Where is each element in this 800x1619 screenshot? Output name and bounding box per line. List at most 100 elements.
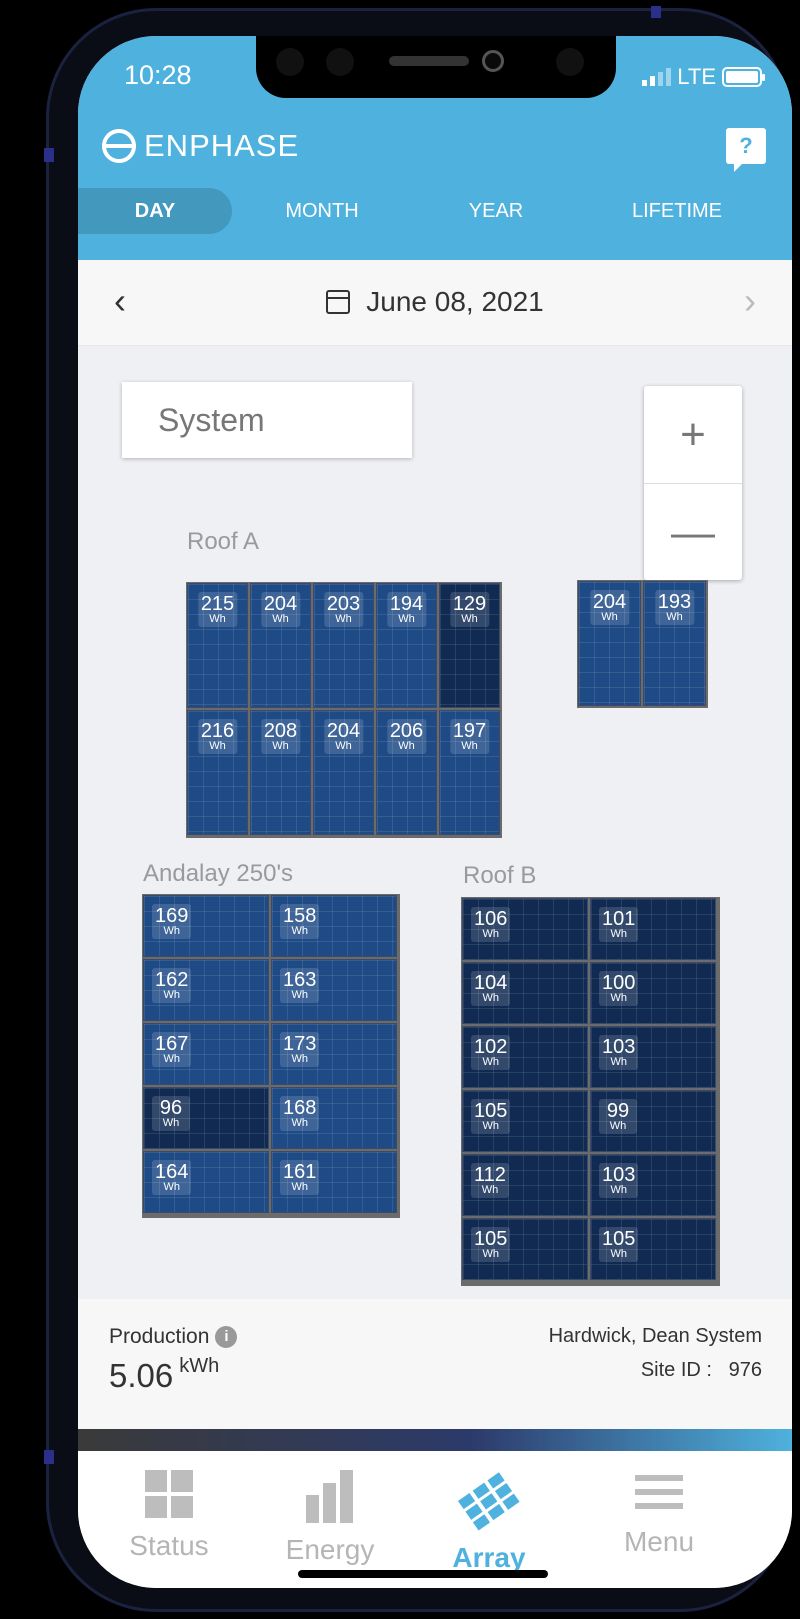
calendar-icon [326, 290, 351, 314]
solar-panel[interactable]: 129 Wh [439, 583, 500, 708]
panel-energy-value: 96 [159, 1097, 183, 1119]
divider-gradient [78, 1429, 792, 1451]
panel-energy-value: 208 [263, 720, 298, 742]
array-label-andalay: Andalay 250's [143, 860, 294, 887]
panel-energy-value: 103 [602, 1036, 636, 1058]
solar-panel[interactable]: 204 Wh [313, 710, 374, 835]
panel-energy-value: 206 [389, 720, 424, 742]
info-icon[interactable]: i [215, 1326, 238, 1348]
solar-panel[interactable]: 96 Wh [143, 1087, 269, 1149]
help-button[interactable]: ? [726, 128, 766, 172]
next-day-button[interactable]: › [744, 280, 756, 322]
panel-energy-unit: Wh [482, 928, 499, 940]
solar-panel[interactable]: 167 Wh [143, 1023, 269, 1085]
nav-menu[interactable]: Menu [579, 1469, 739, 1558]
solar-panel[interactable]: 206 Wh [376, 710, 437, 835]
solar-panel[interactable]: 102 Wh [462, 1026, 588, 1088]
panel-energy-badge: 194 Wh [386, 592, 427, 627]
solar-panel[interactable]: 216 Wh [187, 710, 248, 835]
production-unit: kWh [179, 1355, 220, 1377]
panel-energy-unit: Wh [610, 992, 627, 1004]
nav-array[interactable]: Array [409, 1469, 569, 1574]
solar-panel[interactable]: 105 Wh [462, 1218, 588, 1280]
panel-energy-unit: Wh [291, 989, 308, 1001]
phone-side-button [44, 1450, 54, 1464]
solar-panel[interactable]: 100 Wh [590, 962, 716, 1024]
panel-energy-badge: 106 Wh [471, 907, 511, 942]
panel-energy-value: 173 [283, 1033, 317, 1055]
nav-energy-label: Energy [285, 1534, 375, 1565]
date-picker[interactable]: June 08, 2021 [78, 286, 792, 318]
site-id-row: Site ID : 976 [641, 1359, 762, 1382]
panel-energy-value: 105 [474, 1100, 508, 1122]
solar-panel[interactable]: 106 Wh [462, 898, 588, 960]
app-screen: 10:28 LTE ENPHASE ? DAY MONTH YEAR LIFET… [78, 36, 792, 1588]
status-time: 10:28 [124, 60, 192, 90]
solar-panel[interactable]: 162 Wh [143, 959, 269, 1021]
panel-energy-unit: Wh [291, 925, 308, 937]
solar-panel[interactable]: 163 Wh [271, 959, 397, 1021]
panel-energy-badge: 169 Wh [152, 904, 192, 939]
solar-panel[interactable]: 99 Wh [590, 1090, 716, 1152]
solar-panel[interactable]: 194 Wh [376, 583, 437, 708]
panel-energy-unit: Wh [461, 740, 478, 752]
panel-energy-badge: 161 Wh [280, 1160, 320, 1195]
solar-panel[interactable]: 103 Wh [590, 1154, 716, 1216]
solar-panel[interactable]: 193 Wh [643, 581, 706, 706]
tab-year[interactable]: YEAR [432, 188, 560, 234]
solar-panel[interactable]: 215 Wh [187, 583, 248, 708]
production-label-row: Production i [109, 1325, 238, 1349]
solar-panel[interactable]: 164 Wh [143, 1151, 269, 1213]
solar-panel[interactable]: 112 Wh [462, 1154, 588, 1216]
speaker-grille [389, 56, 469, 66]
solar-panel[interactable]: 208 Wh [250, 710, 311, 835]
solar-panel[interactable]: 168 Wh [271, 1087, 397, 1149]
solar-panel[interactable]: 204 Wh [578, 581, 641, 706]
signal-icon [642, 68, 672, 86]
camera-icon [482, 50, 504, 72]
battery-icon [722, 67, 765, 87]
sensor-dot [556, 48, 584, 76]
zoom-out-button[interactable]: — [644, 483, 742, 580]
array-label-roof-b: Roof B [463, 862, 537, 889]
panel-array-roof-a: 215 Wh 204 Wh 203 Wh 194 Wh 129 Wh 216 Wh 208 Wh 204 Wh… [186, 582, 502, 838]
panel-energy-unit: Wh [163, 1053, 180, 1065]
solar-panel[interactable]: 204 Wh [250, 583, 311, 708]
solar-panel[interactable]: 173 Wh [271, 1023, 397, 1085]
nav-menu-label: Menu [623, 1526, 695, 1557]
zoom-in-button[interactable]: + [644, 386, 742, 483]
panel-energy-unit: Wh [291, 1117, 308, 1129]
panel-energy-badge: 102 Wh [471, 1035, 511, 1070]
nav-energy[interactable]: Energy [250, 1469, 410, 1566]
view-select[interactable]: System [122, 382, 412, 458]
tab-month[interactable]: MONTH [252, 188, 392, 234]
solar-panel[interactable]: 104 Wh [462, 962, 588, 1024]
production-value-row: 5.06 kWh [109, 1355, 220, 1395]
solar-panel[interactable]: 161 Wh [271, 1151, 397, 1213]
panel-energy-unit: Wh [610, 1056, 627, 1068]
nav-status-label: Status [129, 1530, 209, 1561]
solar-panel[interactable]: 169 Wh [143, 895, 269, 957]
panel-energy-badge: 103 Wh [599, 1163, 639, 1198]
panel-energy-badge: 99 Wh [599, 1099, 637, 1134]
nav-status[interactable]: Status [89, 1469, 249, 1562]
solar-panel[interactable]: 105 Wh [462, 1090, 588, 1152]
solar-panel[interactable]: 158 Wh [271, 895, 397, 957]
tab-day[interactable]: DAY [78, 188, 232, 234]
solar-panel[interactable]: 203 Wh [313, 583, 374, 708]
solar-panel[interactable]: 103 Wh [590, 1026, 716, 1088]
panel-energy-unit: Wh [610, 1248, 627, 1260]
period-tabs: DAY MONTH YEAR LIFETIME [78, 188, 792, 234]
solar-panel[interactable]: 197 Wh [439, 710, 500, 835]
panel-energy-unit: Wh [482, 992, 499, 1004]
panel-energy-value: 104 [474, 972, 508, 994]
tab-lifetime[interactable]: LIFETIME [602, 188, 752, 234]
solar-panel[interactable]: 101 Wh [590, 898, 716, 960]
array-label-roof-a: Roof A [187, 528, 260, 555]
panel-energy-value: 204 [326, 720, 361, 742]
panel-energy-value: 215 [200, 593, 235, 615]
panel-energy-value: 106 [474, 908, 508, 930]
solar-panel[interactable]: 105 Wh [590, 1218, 716, 1280]
panel-energy-badge: 101 Wh [599, 907, 639, 942]
panel-energy-unit: Wh [162, 1117, 180, 1129]
